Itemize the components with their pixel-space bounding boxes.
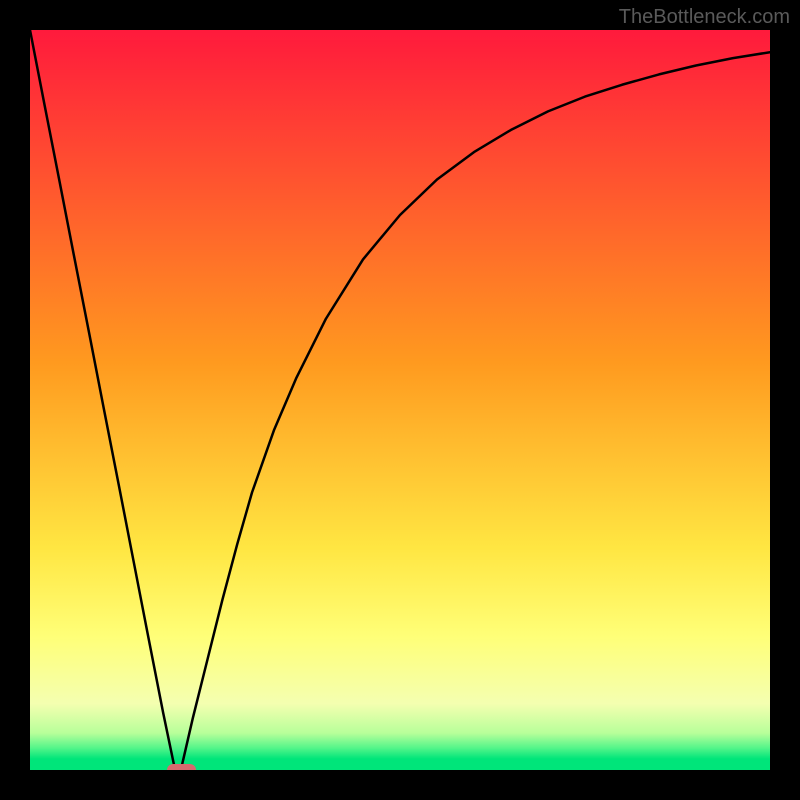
- plot-area: [30, 30, 770, 770]
- watermark-text: TheBottleneck.com: [619, 6, 790, 29]
- bottleneck-curve: [30, 30, 770, 770]
- optimal-marker: [167, 764, 197, 770]
- chart-frame: TheBottleneck.com: [0, 0, 800, 800]
- curve-layer: [30, 30, 770, 770]
